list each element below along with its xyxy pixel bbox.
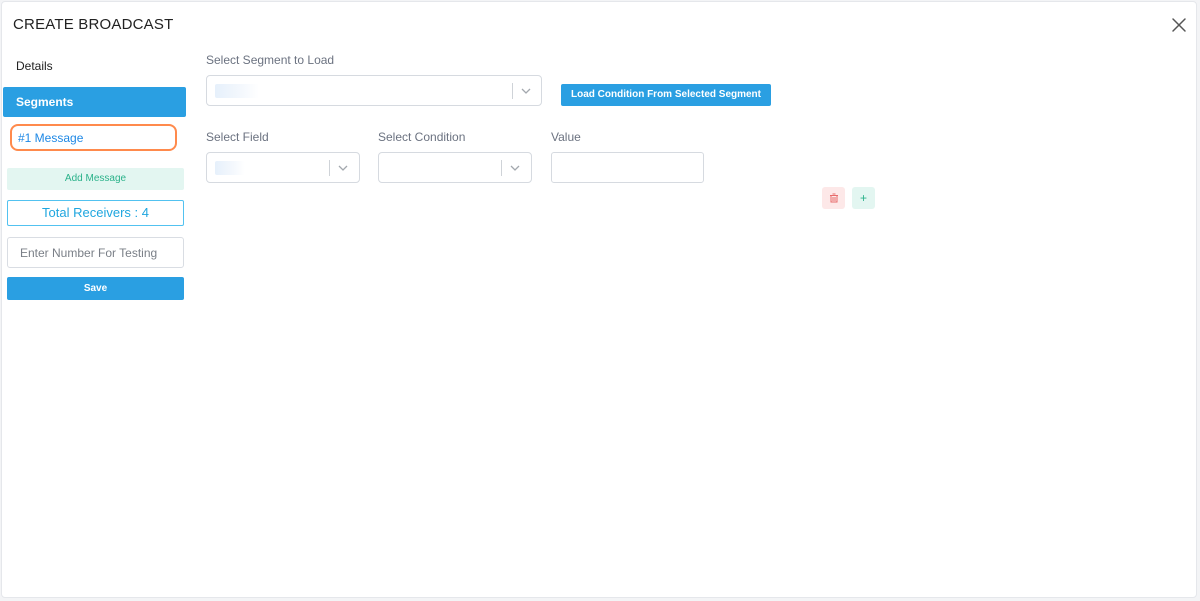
value-input[interactable] — [551, 152, 704, 183]
chevron-down-icon — [521, 88, 531, 94]
value-label: Value — [551, 130, 581, 144]
chevron-down-icon — [510, 165, 520, 171]
test-number-input[interactable] — [7, 237, 184, 268]
total-receivers-badge: Total Receivers : 4 — [7, 200, 184, 226]
field-select[interactable] — [206, 152, 360, 183]
load-condition-button[interactable]: Load Condition From Selected Segment — [561, 84, 771, 106]
close-icon[interactable] — [1170, 16, 1188, 34]
plus-icon: + — [859, 191, 867, 205]
field-label: Select Field — [206, 130, 269, 144]
segment-select-label: Select Segment to Load — [206, 53, 335, 67]
sidebar-item-details[interactable]: Details — [16, 59, 53, 73]
sidebar-item-segments[interactable]: Segments — [3, 87, 186, 117]
segment-selected-value — [215, 84, 259, 98]
select-separator — [512, 83, 513, 99]
save-button[interactable]: Save — [7, 277, 184, 300]
select-separator — [501, 160, 502, 176]
condition-select[interactable] — [378, 152, 532, 183]
sidebar-item-message[interactable]: #1 Message — [10, 124, 177, 151]
select-separator — [329, 160, 330, 176]
field-selected-value — [215, 161, 245, 175]
trash-icon — [829, 193, 838, 203]
condition-label: Select Condition — [378, 130, 466, 144]
dialog-title: CREATE BROADCAST — [13, 16, 174, 33]
create-broadcast-dialog: CREATE BROADCAST Details Segments #1 Mes… — [1, 1, 1197, 598]
add-condition-button[interactable]: + — [852, 187, 875, 209]
add-message-button[interactable]: Add Message — [7, 168, 184, 190]
segment-select[interactable] — [206, 75, 542, 106]
delete-condition-button[interactable] — [822, 187, 845, 209]
chevron-down-icon — [338, 165, 348, 171]
